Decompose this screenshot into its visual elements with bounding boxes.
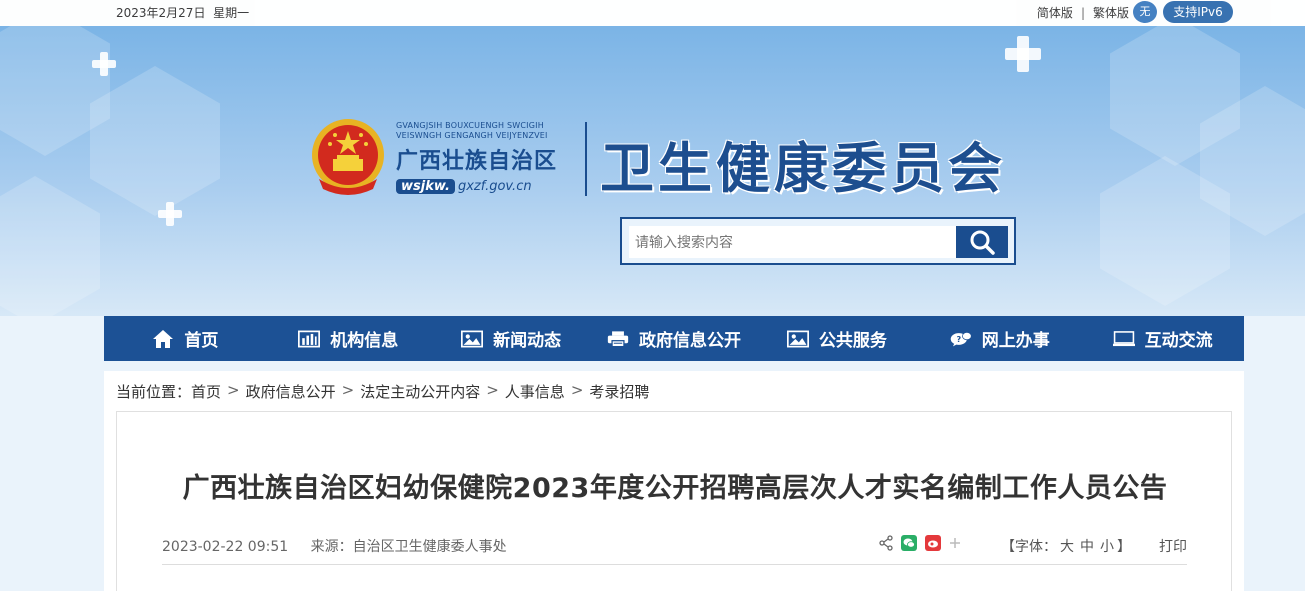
site-title: 卫生健康委员会 (600, 136, 1006, 200)
nav-item-label: 新闻动态 (493, 331, 562, 351)
decorative-hexagon (0, 176, 100, 316)
national-emblem-icon (312, 119, 384, 195)
picture-icon (461, 329, 484, 349)
search-button[interactable] (956, 226, 1008, 258)
breadcrumb-item[interactable]: 法定主动公开内容 (360, 381, 480, 402)
nav-item-public-service[interactable]: 公共服务 (755, 316, 918, 361)
home-icon (152, 329, 174, 349)
main-content: 当前位置： 首页 > 政府信息公开 > 法定主动公开内容 > 人事信息 > 考录… (104, 371, 1244, 591)
language-switcher: 简体版 | 繁体版 (1037, 4, 1129, 21)
traditional-chinese-link[interactable]: 繁体版 (1093, 4, 1129, 21)
nav-item-news[interactable]: 新闻动态 (430, 316, 593, 361)
breadcrumb-item[interactable]: 考录招聘 (589, 381, 649, 402)
medical-cross-icon (92, 52, 116, 76)
region-logo: GVANGJSIH BOUXCUENGH SWCIGIH VEISWNGH GE… (396, 121, 574, 194)
breadcrumb-separator: > (486, 381, 499, 399)
medical-cross-icon (158, 202, 182, 226)
breadcrumb-item[interactable]: 首页 (191, 381, 221, 402)
site-url-prefix: wsjkw. (396, 179, 455, 194)
font-size-label-close: 】 (1117, 539, 1131, 555)
nav-item-label: 互动交流 (1144, 331, 1213, 351)
print-button[interactable]: 打印 (1159, 536, 1187, 556)
breadcrumb-separator: > (341, 381, 355, 399)
nav-item-gov-info[interactable]: 政府信息公开 (593, 316, 756, 361)
picture-icon (786, 329, 809, 349)
search-icon (970, 230, 995, 255)
ipv6-badge: 支持IPv6 (1163, 1, 1233, 23)
nav-item-home[interactable]: 首页 (104, 316, 267, 361)
breadcrumb-item[interactable]: 人事信息 (505, 381, 565, 402)
medical-cross-icon (1005, 36, 1041, 72)
main-nav: 首页 机构信息 新闻动态 政府信息公开 公共服务 ? 网上办事 互动交流 (104, 316, 1244, 361)
top-bar: 2023年2月27日 星期一 简体版 | 繁体版 无 支持IPv6 (0, 0, 1305, 26)
nav-item-online-service[interactable]: ? 网上办事 (918, 316, 1081, 361)
site-url: wsjkw. gxzf.gov.cn (396, 179, 574, 194)
logo-divider (585, 122, 587, 196)
article-datetime: 2023-02-22 09:51 (162, 539, 289, 555)
bar-chart-icon (298, 329, 321, 349)
breadcrumb-item[interactable]: 政府信息公开 (246, 381, 336, 402)
breadcrumb-separator: > (227, 381, 240, 399)
simplified-chinese-link[interactable]: 简体版 (1037, 4, 1073, 21)
font-size-label-open: 【字体： (1001, 539, 1057, 555)
weibo-icon[interactable] (925, 535, 941, 551)
font-size-medium[interactable]: 中 (1080, 539, 1094, 555)
accessibility-icon[interactable]: 无 (1133, 1, 1157, 23)
article-card: 广西壮族自治区妇幼保健院2023年度公开招聘高层次人才实名编制工作人员公告 20… (116, 411, 1232, 591)
search-input[interactable] (629, 226, 957, 258)
printer-icon (607, 329, 629, 349)
separator: | (1080, 5, 1085, 20)
date-display: 2023年2月27日 星期一 (116, 4, 249, 21)
share-icon[interactable] (879, 535, 893, 551)
region-name: 广西壮族自治区 (396, 148, 558, 174)
share-tools (879, 535, 969, 551)
breadcrumb: 当前位置： 首页 > 政府信息公开 > 法定主动公开内容 > 人事信息 > 考录… (116, 381, 649, 402)
header-banner: GVANGJSIH BOUXCUENGH SWCIGIH VEISWNGH GE… (0, 26, 1305, 316)
article-meta: 2023-02-22 09:51 来源：自治区卫生健康委人事处 (162, 536, 507, 556)
weekday-text: 星期一 (213, 6, 250, 20)
breadcrumb-prefix: 当前位置： (116, 383, 192, 401)
nav-item-label: 首页 (184, 331, 219, 351)
site-url-domain: gxzf.gov.cn (457, 179, 532, 194)
date-text: 2023年2月27日 (116, 6, 206, 20)
more-share-icon[interactable] (949, 537, 961, 549)
nav-item-organization[interactable]: 机构信息 (267, 316, 430, 361)
chat-icon: ? (950, 329, 972, 349)
breadcrumb-separator: > (570, 381, 584, 399)
nav-item-interaction[interactable]: 互动交流 (1081, 316, 1244, 361)
meta-divider (162, 564, 1187, 565)
nav-item-label: 公共服务 (818, 331, 887, 351)
article-title: 广西壮族自治区妇幼保健院2023年度公开招聘高层次人才实名编制工作人员公告 (182, 473, 1168, 504)
nav-item-label: 政府信息公开 (639, 331, 741, 351)
font-size-control: 【字体：大中小】 (1001, 536, 1131, 556)
wechat-icon[interactable] (901, 535, 917, 551)
nav-item-label: 机构信息 (330, 331, 399, 351)
svg-text:?: ? (956, 334, 961, 343)
logo-pinyin-line-2: VEISWNGH GENGANGH VEIJYENZVEI (396, 131, 548, 140)
nav-item-label: 网上办事 (981, 331, 1050, 351)
monitor-icon (1112, 329, 1135, 349)
article-source: 自治区卫生健康委人事处 (352, 539, 507, 555)
article-source-label: 来源： (310, 539, 353, 555)
font-size-small[interactable]: 小 (1100, 539, 1114, 555)
search-box (620, 217, 1016, 265)
font-size-large[interactable]: 大 (1060, 539, 1074, 555)
logo-pinyin-line-1: GVANGJSIH BOUXCUENGH SWCIGIH (396, 121, 544, 130)
